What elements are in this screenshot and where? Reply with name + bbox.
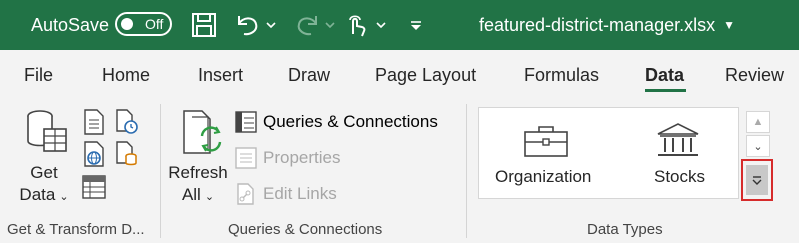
chevron-down-icon: ⌄ xyxy=(204,191,215,203)
data-types-group-label: Data Types xyxy=(587,221,663,238)
refresh-label-row: All ⌄ xyxy=(168,185,228,205)
edit-links-button: Edit Links xyxy=(235,183,337,205)
gallery-more-button[interactable] xyxy=(741,159,773,201)
title-bar: AutoSave Off featured-district-manager.x… xyxy=(0,0,799,50)
get-data-label-2: Data xyxy=(19,185,56,204)
file-name-button[interactable]: featured-district-manager.xlsx ▼ xyxy=(479,12,735,38)
get-data-icon xyxy=(24,109,70,160)
tab-file[interactable]: File xyxy=(24,65,53,86)
tab-insert[interactable]: Insert xyxy=(198,65,243,86)
ribbon-panel: Get Data ⌄ Get & Transform D... Refresh A… xyxy=(0,97,799,243)
touch-mode-icon[interactable] xyxy=(344,12,368,38)
queries-connections-button[interactable]: Queries & Connections xyxy=(235,111,438,133)
get-transform-group-label: Get & Transform D... xyxy=(7,221,145,238)
queries-connections-icon xyxy=(235,111,257,133)
touch-dropdown-icon[interactable] xyxy=(376,12,386,38)
tab-review[interactable]: Review xyxy=(725,65,784,86)
toggle-knob xyxy=(121,18,133,30)
properties-button: Properties xyxy=(235,147,340,169)
queries-connections-label: Queries & Connections xyxy=(263,112,438,131)
refresh-label-1: Refresh xyxy=(168,163,228,182)
organization-data-type[interactable]: Organization xyxy=(495,167,591,187)
refresh-all-icon xyxy=(180,109,226,162)
tab-draw[interactable]: Draw xyxy=(288,65,330,86)
refresh-label-2: All xyxy=(181,185,201,204)
queries-group-label: Queries & Connections xyxy=(228,221,383,238)
tab-page-layout[interactable]: Page Layout xyxy=(375,65,476,86)
get-data-button[interactable]: Get Data ⌄ xyxy=(18,163,70,205)
active-tab-indicator xyxy=(645,89,686,92)
customize-qat-icon[interactable] xyxy=(409,12,423,38)
tab-formulas[interactable]: Formulas xyxy=(524,65,599,86)
chevron-down-icon: ⌄ xyxy=(59,191,69,203)
tab-home[interactable]: Home xyxy=(102,65,150,86)
redo-icon xyxy=(293,12,321,38)
existing-connections-icon[interactable] xyxy=(114,141,140,172)
undo-dropdown-icon[interactable] xyxy=(266,12,276,38)
ribbon-tabs: File Home Insert Draw Page Layout Formul… xyxy=(0,50,799,97)
from-text-icon[interactable] xyxy=(82,109,106,140)
save-icon[interactable] xyxy=(191,12,217,38)
group-separator xyxy=(466,104,467,238)
recent-sources-icon[interactable] xyxy=(114,109,140,140)
chevron-up-icon: ▲ xyxy=(752,116,764,128)
gallery-scroll-up: ▲ xyxy=(746,111,770,133)
briefcase-icon xyxy=(523,124,569,163)
gallery-scroll-down[interactable]: ⌄ xyxy=(746,135,770,157)
autosave-state: Off xyxy=(145,16,164,32)
bank-icon xyxy=(656,122,700,163)
properties-icon xyxy=(235,147,257,169)
file-name: featured-district-manager.xlsx xyxy=(479,14,716,35)
autosave-toggle[interactable]: Off xyxy=(115,12,172,36)
autosave-label: AutoSave xyxy=(31,14,110,35)
more-dropdown-icon xyxy=(746,165,768,195)
stocks-data-type[interactable]: Stocks xyxy=(654,167,705,187)
chevron-down-icon: ⌄ xyxy=(753,140,763,153)
edit-links-icon xyxy=(237,183,254,205)
undo-icon[interactable] xyxy=(234,12,262,38)
get-data-label-row: Data ⌄ xyxy=(18,185,70,205)
from-web-icon[interactable] xyxy=(82,141,106,172)
group-separator xyxy=(160,104,161,238)
tab-data[interactable]: Data xyxy=(645,65,684,86)
chevron-down-icon: ▼ xyxy=(723,18,735,32)
redo-dropdown-icon xyxy=(325,12,335,38)
refresh-all-button[interactable]: Refresh All ⌄ xyxy=(168,163,228,205)
from-table-icon[interactable] xyxy=(82,175,106,204)
get-data-label-1: Get xyxy=(30,163,58,182)
properties-label: Properties xyxy=(263,148,341,167)
edit-links-label: Edit Links xyxy=(263,184,337,203)
